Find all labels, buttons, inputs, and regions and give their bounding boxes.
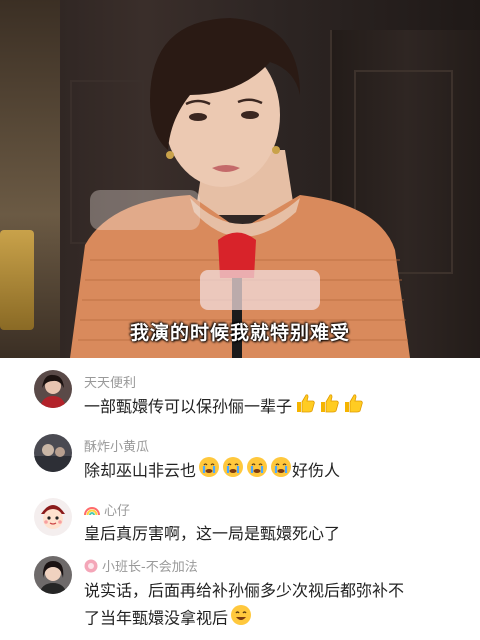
comment-text: 说实话，后面再给补孙俪多少次视后都弥补不 了当年甄嬛没拿视后 <box>84 578 454 634</box>
rainbow-icon <box>84 504 100 520</box>
avatar-photo-icon <box>34 434 72 472</box>
user-avatar[interactable] <box>34 434 72 472</box>
user-avatar[interactable] <box>34 370 72 408</box>
comment-text-line-wrap: 了当年甄嬛没拿视后 <box>84 604 454 634</box>
comment-username[interactable]: 小班长-不会加法 <box>102 560 198 575</box>
interviewee-figure <box>70 18 410 358</box>
comment-username[interactable]: 天天便利 <box>84 372 136 391</box>
comment-username[interactable]: 酥炸小黄瓜 <box>84 436 149 455</box>
crying-face-icon <box>198 456 220 487</box>
crying-face-icon <box>270 456 292 487</box>
comment-username-row[interactable]: 心仔 <box>84 500 130 520</box>
fan-badge-icon <box>84 559 98 577</box>
comment-text: 皇后真厉害啊，这一局是甄嬛死心了 <box>84 524 341 543</box>
smiling-face-icon <box>230 604 252 634</box>
comment-item: 酥炸小黄瓜 除却巫山非云也 好伤人 <box>0 428 480 492</box>
comment-item: 心仔 皇后真厉害啊，这一局是甄嬛死心了 <box>0 492 480 556</box>
comment-text-content: 好伤人 <box>292 461 341 480</box>
avatar-woman-dark-hair-icon <box>34 370 72 408</box>
comment-list: 天天便利 一部甄嬛传可以保孙俪一辈子 酥炸小黄瓜 除却巫山非云也 好伤人 心仔 … <box>0 358 480 640</box>
thumbs-up-icon <box>318 392 340 423</box>
user-avatar[interactable] <box>34 498 72 536</box>
comment-item: 天天便利 一部甄嬛传可以保孙俪一辈子 <box>0 358 480 428</box>
user-avatar[interactable] <box>34 556 72 594</box>
video-frame[interactable]: 我演的时候我就特别难受 <box>0 0 480 358</box>
comment-text-content: 除却巫山非云也 <box>84 461 197 480</box>
comment-username-row[interactable]: 小班长-不会加法 <box>84 556 198 577</box>
comment-text-line: 说实话，后面再给补孙俪多少次视后都弥补不 <box>84 581 405 600</box>
avatar-cartoon-character-icon <box>34 498 72 536</box>
comment-text: 一部甄嬛传可以保孙俪一辈子 <box>84 392 454 423</box>
comment-item: 小班长-不会加法 说实话，后面再给补孙俪多少次视后都弥补不 了当年甄嬛没拿视后 <box>0 556 480 640</box>
video-subtitle: 我演的时候我就特别难受 <box>129 322 350 344</box>
crying-face-icon <box>222 456 244 487</box>
comment-text-content: 一部甄嬛传可以保孙俪一辈子 <box>84 397 293 416</box>
comment-text: 除却巫山非云也 好伤人 <box>84 456 454 487</box>
comment-username[interactable]: 心仔 <box>104 504 130 519</box>
thumbs-up-icon <box>294 392 316 423</box>
comment-text-line: 了当年甄嬛没拿视后 <box>84 608 229 628</box>
thumbs-up-icon <box>342 392 364 423</box>
avatar-woman-portrait-icon <box>34 556 72 594</box>
crying-face-icon <box>246 456 268 487</box>
